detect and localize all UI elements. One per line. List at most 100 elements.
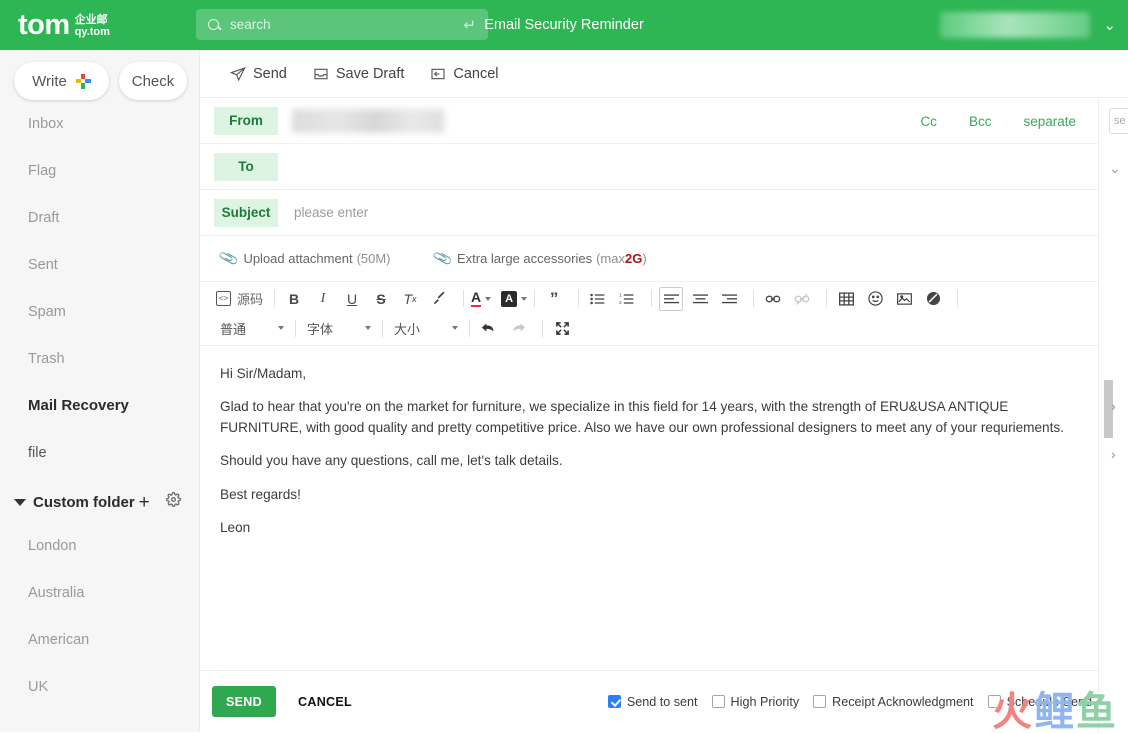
checkbox[interactable] — [711, 695, 725, 708]
send-action[interactable]: Send — [230, 66, 287, 82]
paragraph-style-value: 普通 — [220, 321, 247, 337]
recipient-links: Cc Bcc separate — [888, 98, 1076, 144]
editor-toolbar-row-2: 普通 字体 大小 — [200, 315, 1098, 345]
bullet-list-icon[interactable] — [586, 287, 610, 311]
sidebar-item-label: Australia — [28, 584, 85, 601]
email-body-editor[interactable]: Hi Sir/Madam, Glad to hear that you're o… — [200, 346, 1098, 644]
image-icon[interactable] — [892, 287, 916, 311]
option-label: Send to sent — [626, 694, 698, 709]
numbered-list-icon[interactable]: 1 2 — [615, 287, 639, 311]
smiley-icon[interactable] — [863, 287, 887, 311]
large-attachment-limit-suffix: ) — [642, 251, 647, 266]
source-code-button[interactable]: <> 源码 — [216, 289, 263, 308]
sidebar-item-american[interactable]: American — [0, 616, 199, 663]
align-center-icon[interactable] — [688, 287, 712, 311]
align-left-icon[interactable] — [659, 286, 684, 311]
sidebar-item-flag[interactable]: Flag — [0, 147, 199, 194]
subject-input[interactable] — [292, 204, 1098, 221]
strikethrough-button[interactable]: S — [369, 287, 393, 311]
sidebar-item-uk[interactable]: UK — [0, 663, 199, 710]
send-action-label: Send — [253, 65, 287, 82]
check-button-label: Check — [131, 72, 175, 90]
chevron-right-icon[interactable]: › — [1111, 398, 1116, 414]
check-button[interactable]: Check — [119, 62, 187, 100]
sidebar-item-sent[interactable]: Sent — [0, 241, 199, 288]
body-paragraph: Hi Sir/Madam, — [220, 366, 307, 381]
option-schedule-send[interactable]: Schedule Send — [987, 695, 1092, 709]
enter-arrow-icon[interactable]: ↵ — [463, 16, 476, 34]
brand-logo-subtext: 企业邮 qy.tom — [75, 15, 110, 38]
compose-actions: Write Check — [0, 50, 199, 100]
save-draft-action[interactable]: Save Draft — [313, 66, 404, 82]
large-attachment-button[interactable]: 📎 Extra large accessories (max 2G ) — [431, 248, 647, 269]
toolbar-divider — [274, 290, 276, 307]
checkbox[interactable] — [607, 695, 621, 708]
gear-icon[interactable] — [165, 492, 181, 512]
right-panel-search-placeholder: se — [1114, 115, 1126, 127]
chevron-down-icon[interactable]: ⌄ — [1103, 18, 1116, 33]
chevron-down-icon[interactable]: ⌄ — [1109, 160, 1121, 177]
triangle-down-icon[interactable] — [14, 498, 26, 506]
italic-button[interactable]: I — [311, 287, 335, 311]
toolbar-divider — [826, 290, 828, 307]
remove-format-button[interactable]: Tx — [398, 287, 422, 311]
sidebar-item-file[interactable]: file — [0, 429, 199, 476]
checkbox[interactable] — [987, 695, 1001, 708]
fullscreen-icon[interactable] — [550, 316, 574, 340]
blockquote-button[interactable]: ” — [542, 287, 566, 311]
link-icon[interactable] — [761, 287, 785, 311]
paragraph-style-select[interactable]: 普通 — [216, 316, 288, 340]
background-color-button[interactable]: A — [501, 290, 528, 307]
body-paragraph: Glad to hear that you're on the market f… — [220, 399, 1064, 435]
separate-link[interactable]: separate — [1023, 114, 1076, 129]
sidebar-item-draft[interactable]: Draft — [0, 194, 199, 241]
to-input[interactable] — [292, 158, 1098, 175]
background-color-glyph: A — [501, 290, 518, 307]
search-box[interactable]: ↵ — [196, 9, 488, 40]
right-panel-search-input[interactable]: se — [1109, 108, 1128, 134]
sidebar-item-mail-recovery[interactable]: Mail Recovery — [0, 382, 199, 429]
upload-attachment-button[interactable]: 📎 Upload attachment (50M) — [218, 248, 391, 269]
sidebar-item-inbox[interactable]: Inbox — [0, 100, 199, 147]
option-send-to-sent[interactable]: Send to sent — [607, 694, 698, 709]
font-size-select[interactable]: 大小 — [390, 316, 462, 340]
sidebar-item-trash[interactable]: Trash — [0, 335, 199, 382]
font-family-select[interactable]: 字体 — [303, 316, 375, 340]
account-name-redacted[interactable] — [940, 12, 1090, 38]
undo-arrow-icon[interactable] — [477, 316, 501, 340]
chevron-down-icon — [452, 326, 458, 330]
sidebar-item-label: Spam — [28, 303, 66, 320]
bcc-link[interactable]: Bcc — [969, 114, 992, 129]
send-button[interactable]: SEND — [212, 686, 276, 717]
cc-link[interactable]: Cc — [920, 114, 937, 129]
sidebar-item-london[interactable]: London — [0, 522, 199, 569]
toolbar-divider — [578, 290, 580, 307]
inbox-tray-icon — [314, 68, 328, 79]
sidebar-item-label: Sent — [28, 256, 58, 273]
toolbar-divider — [469, 319, 470, 337]
cancel-button[interactable]: CANCEL — [292, 686, 358, 717]
cancel-action[interactable]: Cancel — [430, 66, 499, 82]
option-receipt-acknowledgment[interactable]: Receipt Acknowledgment — [813, 695, 974, 709]
toolbar-divider — [534, 290, 536, 307]
option-high-priority[interactable]: High Priority — [711, 695, 799, 709]
sidebar-item-australia[interactable]: Australia — [0, 569, 199, 616]
sidebar-item-spam[interactable]: Spam — [0, 288, 199, 335]
underline-button[interactable]: U — [340, 287, 364, 311]
text-color-button[interactable]: A — [471, 290, 492, 307]
table-icon[interactable] — [834, 287, 858, 311]
circle-slash-icon[interactable] — [921, 287, 945, 311]
bold-button[interactable]: B — [282, 287, 306, 311]
body-paragraph: Leon — [220, 519, 251, 535]
chevron-right-icon[interactable]: › — [1111, 446, 1116, 462]
from-address-redacted[interactable] — [292, 108, 444, 133]
plus-icon[interactable]: + — [139, 493, 150, 512]
write-button-label: Write — [32, 72, 67, 90]
search-input[interactable] — [228, 16, 464, 33]
sidebar-item-label: Inbox — [28, 115, 64, 132]
format-brush-icon[interactable] — [427, 287, 451, 311]
align-right-icon[interactable] — [717, 287, 741, 311]
write-button[interactable]: Write — [14, 62, 109, 100]
checkbox[interactable] — [813, 695, 827, 708]
toolbar-divider — [542, 319, 543, 337]
